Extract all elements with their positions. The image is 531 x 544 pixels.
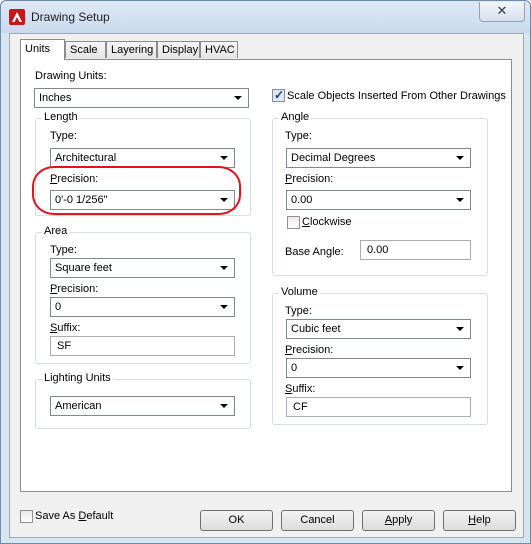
area-suffix-label: Suffix: bbox=[50, 322, 81, 334]
lighting-units-group: Lighting Units American bbox=[35, 372, 251, 429]
chevron-down-icon bbox=[456, 156, 464, 160]
title-bar[interactable]: Drawing Setup ✕ bbox=[1, 1, 530, 33]
angle-group: Angle Type: Decimal Degrees Precision: 0… bbox=[272, 111, 488, 276]
tab-hvac[interactable]: HVAC bbox=[200, 41, 238, 58]
length-type-dropdown[interactable]: Architectural bbox=[50, 148, 235, 168]
area-suffix-input[interactable]: SF bbox=[50, 336, 235, 356]
volume-precision-dropdown[interactable]: 0 bbox=[286, 358, 471, 378]
chevron-down-icon bbox=[456, 366, 464, 370]
volume-type-dropdown[interactable]: Cubic feet bbox=[286, 319, 471, 339]
chevron-down-icon bbox=[234, 96, 242, 100]
area-precision-label: Precision: bbox=[50, 283, 99, 295]
length-type-label: Type: bbox=[50, 130, 77, 142]
angle-group-title: Angle bbox=[279, 111, 312, 123]
close-icon: ✕ bbox=[496, 3, 508, 18]
units-tab-panel: Drawing Units: Inches ✓ Scale Objects In… bbox=[20, 59, 512, 492]
tab-scale[interactable]: Scale bbox=[65, 41, 106, 58]
dialog-window: Drawing Setup ✕ Units Scale Layering Dis… bbox=[0, 0, 531, 544]
drawing-units-dropdown[interactable]: Inches bbox=[34, 88, 249, 108]
chevron-down-icon bbox=[220, 266, 228, 270]
apply-button[interactable]: Apply bbox=[362, 510, 435, 531]
base-angle-label: Base Angle: bbox=[285, 246, 344, 258]
help-button[interactable]: Help bbox=[443, 510, 516, 531]
area-precision-dropdown[interactable]: 0 bbox=[50, 297, 235, 317]
volume-suffix-label: Suffix: bbox=[285, 383, 316, 395]
chevron-down-icon bbox=[456, 198, 464, 202]
drawing-units-label: Drawing Units: bbox=[35, 70, 107, 82]
scale-objects-label: Scale Objects Inserted From Other Drawin… bbox=[287, 90, 506, 102]
clockwise-label: Clockwise bbox=[302, 216, 352, 228]
chevron-down-icon bbox=[220, 305, 228, 309]
save-as-default-checkbox[interactable] bbox=[20, 510, 33, 523]
area-type-dropdown[interactable]: Square feet bbox=[50, 258, 235, 278]
window-title: Drawing Setup bbox=[31, 10, 110, 24]
area-group-title: Area bbox=[42, 225, 70, 237]
chevron-down-icon bbox=[220, 404, 228, 408]
area-type-label: Type: bbox=[50, 244, 77, 256]
base-angle-input[interactable]: 0.00 bbox=[360, 240, 471, 260]
ok-button[interactable]: OK bbox=[200, 510, 273, 531]
cancel-button[interactable]: Cancel bbox=[281, 510, 354, 531]
volume-suffix-input[interactable]: CF bbox=[286, 397, 471, 417]
angle-type-label: Type: bbox=[285, 130, 312, 142]
save-as-default-label: Save As Default bbox=[35, 510, 114, 522]
volume-precision-label: Precision: bbox=[285, 344, 334, 356]
angle-precision-dropdown[interactable]: 0.00 bbox=[286, 190, 471, 210]
dialog-client-area: Units Scale Layering Display HVAC Drawin… bbox=[9, 33, 524, 538]
tab-units[interactable]: Units bbox=[20, 39, 65, 60]
close-button[interactable]: ✕ bbox=[479, 2, 525, 22]
chevron-down-icon bbox=[220, 156, 228, 160]
chevron-down-icon bbox=[456, 327, 464, 331]
volume-group: Volume Type: Cubic feet Precision: 0 Suf… bbox=[272, 286, 488, 425]
volume-group-title: Volume bbox=[279, 286, 320, 298]
area-group: Area Type: Square feet Precision: 0 Suff… bbox=[35, 225, 251, 364]
scale-objects-checkbox[interactable]: ✓ bbox=[272, 88, 285, 102]
lighting-units-dropdown[interactable]: American bbox=[50, 396, 235, 416]
volume-type-label: Type: bbox=[285, 305, 312, 317]
length-group-title: Length bbox=[42, 111, 80, 123]
tab-layering[interactable]: Layering bbox=[106, 41, 157, 58]
precision-highlight-annotation bbox=[32, 166, 241, 215]
angle-precision-label: Precision: bbox=[285, 173, 334, 185]
autocad-a-icon bbox=[9, 9, 25, 25]
clockwise-checkbox[interactable] bbox=[287, 216, 300, 229]
lighting-units-group-title: Lighting Units bbox=[42, 372, 113, 384]
tab-display[interactable]: Display bbox=[157, 41, 200, 58]
angle-type-dropdown[interactable]: Decimal Degrees bbox=[286, 148, 471, 168]
checkmark-icon: ✓ bbox=[274, 88, 285, 102]
